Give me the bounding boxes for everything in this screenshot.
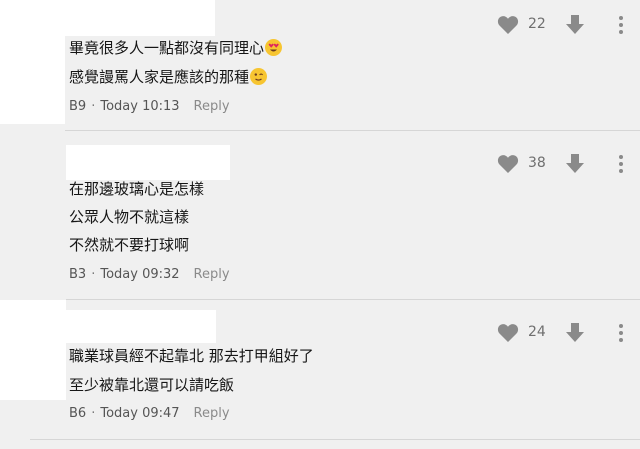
reply-link[interactable]: Reply bbox=[194, 99, 230, 114]
arrow-down-icon[interactable] bbox=[565, 323, 585, 343]
comment-text-line: 在那邊玻璃心是怎樣 bbox=[69, 180, 205, 198]
comment-b9: 畢竟很多人一點都沒有同理心 感覺謾罵人家是應該的那種 B9 · Today 10:1… bbox=[0, 0, 640, 131]
comment-meta: B3 · Today 09:32 Reply bbox=[69, 267, 230, 283]
floor-label: B9 bbox=[69, 99, 87, 114]
timestamp: Today 10:13 bbox=[100, 99, 180, 114]
redaction-block bbox=[0, 0, 215, 36]
heart-eyes-emoji bbox=[265, 39, 283, 56]
heart-icon[interactable] bbox=[497, 15, 519, 35]
comment-text-line: 感覺謾罵人家是應該的那種 bbox=[69, 67, 268, 87]
like-count: 38 bbox=[528, 155, 546, 171]
separator: · bbox=[91, 267, 96, 282]
comment-text-line: 公眾人物不就這樣 bbox=[69, 208, 190, 226]
heart-icon[interactable] bbox=[497, 154, 519, 174]
more-vertical-icon[interactable] bbox=[619, 155, 623, 173]
wink-emoji bbox=[250, 68, 268, 85]
floor-label: B3 bbox=[69, 267, 87, 282]
redaction-block bbox=[0, 300, 66, 400]
comment-text-line: 至少被靠北還可以請吃飯 bbox=[69, 376, 235, 394]
heart-icon[interactable] bbox=[497, 323, 519, 343]
separator: · bbox=[91, 406, 96, 421]
floor-label: B6 bbox=[69, 406, 87, 421]
more-vertical-icon[interactable] bbox=[619, 16, 623, 34]
comment-b3: 在那邊玻璃心是怎樣 公眾人物不就這樣 不然就不要打球啊 B3 · Today 09:… bbox=[0, 131, 640, 300]
timestamp: Today 09:47 bbox=[100, 406, 180, 421]
comment-text-line: 不然就不要打球啊 bbox=[69, 236, 190, 254]
comment-text-line: 畢竟很多人一點都沒有同理心 bbox=[69, 38, 283, 58]
comment-actions: 24 bbox=[497, 322, 632, 344]
reply-link[interactable]: Reply bbox=[194, 406, 230, 421]
arrow-down-icon[interactable] bbox=[565, 15, 585, 35]
redaction-block bbox=[66, 145, 230, 180]
comment-actions: 38 bbox=[497, 153, 632, 175]
like-count: 22 bbox=[528, 16, 546, 32]
reply-link[interactable]: Reply bbox=[194, 267, 230, 282]
separator: · bbox=[91, 99, 96, 114]
redaction-block bbox=[0, 36, 65, 124]
like-count: 24 bbox=[528, 324, 546, 340]
comment-b6: 職業球員經不起靠北 那去打甲組好了 至少被靠北還可以請吃飯 B6 · Today 0… bbox=[0, 300, 640, 449]
comment-actions: 22 bbox=[497, 14, 632, 36]
comment-divider bbox=[30, 439, 640, 440]
comment-text-line: 職業球員經不起靠北 那去打甲組好了 bbox=[69, 347, 314, 365]
timestamp: Today 09:32 bbox=[100, 267, 180, 282]
redaction-block bbox=[66, 310, 216, 343]
comment-meta: B6 · Today 09:47 Reply bbox=[69, 406, 230, 422]
comment-meta: B9 · Today 10:13 Reply bbox=[69, 99, 230, 115]
arrow-down-icon[interactable] bbox=[565, 154, 585, 174]
more-vertical-icon[interactable] bbox=[619, 324, 623, 342]
